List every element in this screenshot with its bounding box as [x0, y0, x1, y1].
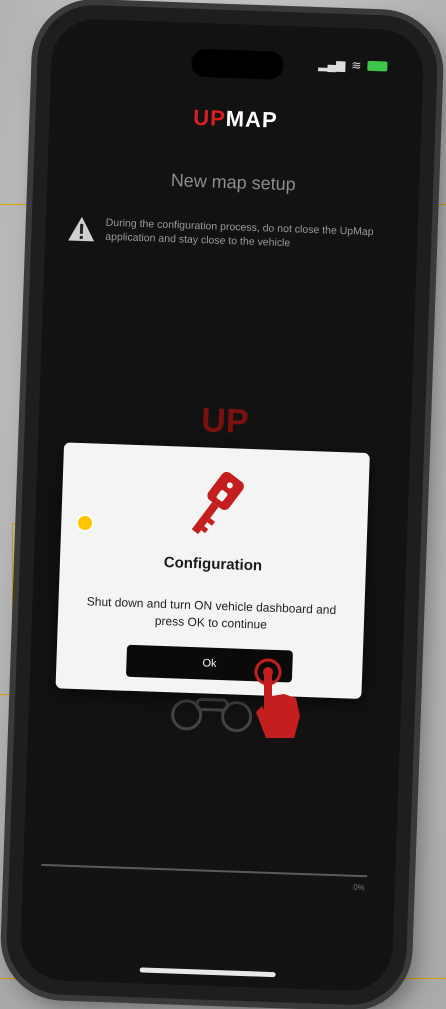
vehicle-graphic [171, 697, 253, 733]
wifi-icon: ≋ [351, 58, 362, 73]
signal-icon: ▂▄▆ [318, 57, 346, 73]
dialog-title: Configuration [163, 554, 263, 575]
logo-map-text: MAP [225, 105, 279, 133]
warning-icon [68, 216, 95, 242]
callout-guide-end [0, 694, 13, 695]
configuration-dialog: Configuration Shut down and turn ON vehi… [55, 442, 370, 699]
app-logo: UPMAP [49, 100, 422, 139]
logo-up-text: UP [192, 104, 227, 131]
tap-hand-icon [254, 658, 300, 738]
dialog-message: Shut down and turn ON vehicle dashboard … [86, 594, 337, 632]
background-logo: UP [38, 396, 411, 448]
dynamic-island [190, 48, 284, 80]
page-title: New map setup [170, 170, 297, 195]
app-screen: ▂▄▆ ≋ UPMAP New map setup During the con… [19, 17, 425, 993]
callout-marker [78, 516, 92, 530]
bg-logo-text: UP [200, 401, 250, 441]
warning-banner: During the configuration process, do not… [67, 214, 400, 254]
car-key-icon [191, 471, 244, 535]
battery-icon [367, 60, 388, 72]
home-indicator[interactable] [139, 967, 276, 978]
progress-label: 0% [353, 882, 365, 893]
callout-guide-vertical [12, 523, 13, 695]
phone-frame: ▂▄▆ ≋ UPMAP New map setup During the con… [4, 3, 440, 1007]
status-bar: ▂▄▆ ≋ [318, 57, 388, 73]
progress-bar [41, 863, 368, 878]
warning-text: During the configuration process, do not… [105, 216, 374, 250]
